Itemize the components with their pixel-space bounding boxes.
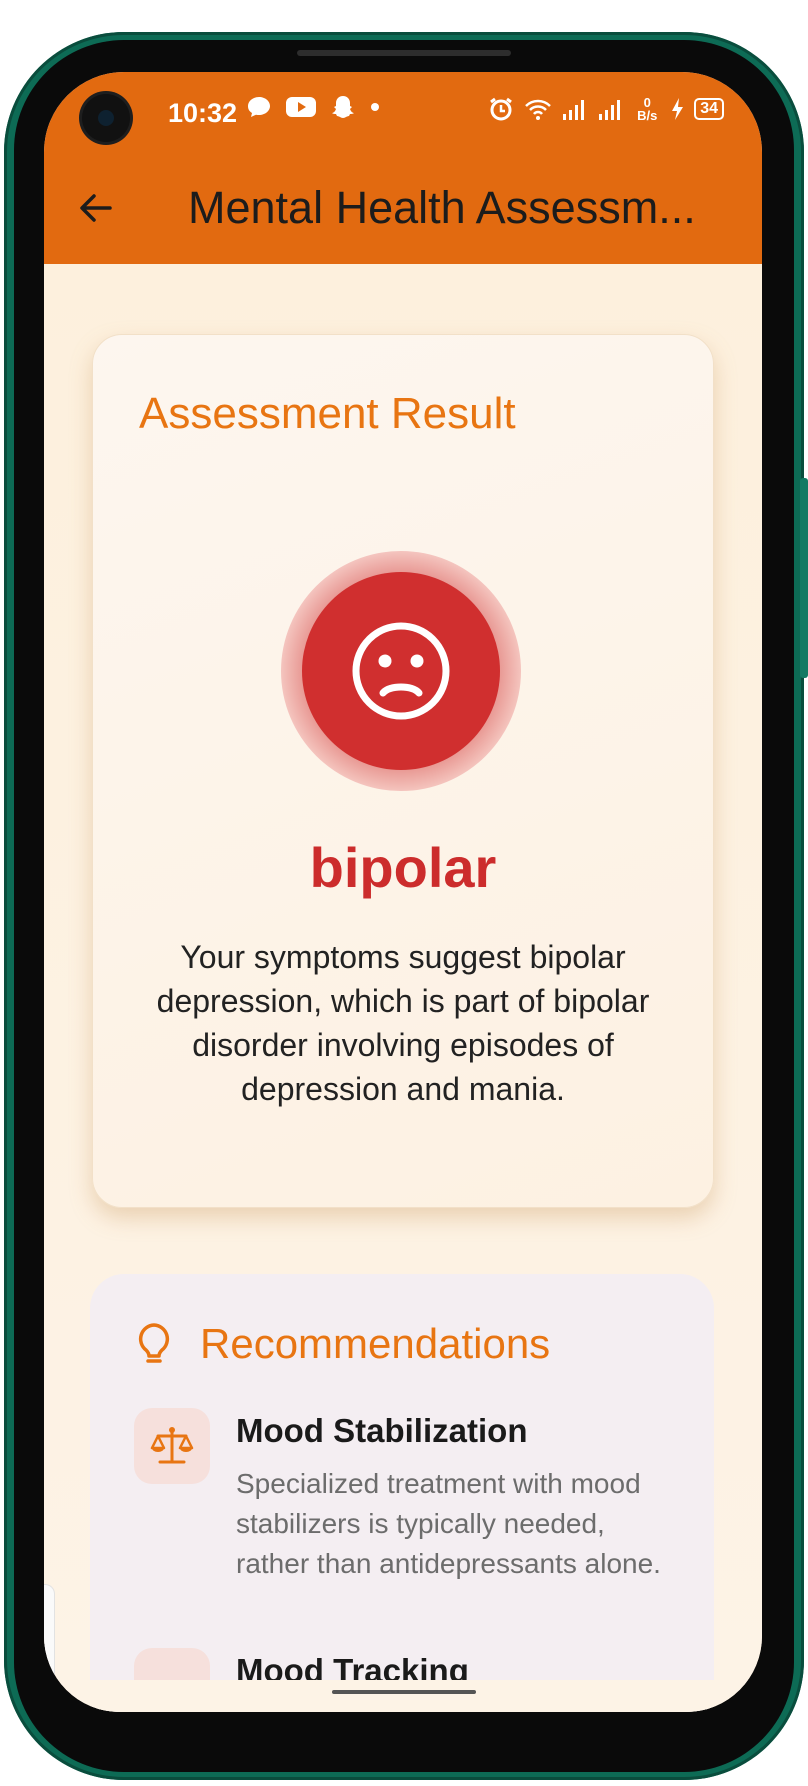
main-content[interactable]: Assessment Result bipolar Your symptoms … (44, 264, 762, 1712)
battery-icon: 34 (694, 98, 724, 120)
data-rate-icon: 0 B/s (637, 95, 658, 123)
lightbulb-icon (138, 1323, 170, 1363)
sad-face-icon (352, 622, 450, 720)
recommendation-icon-box (134, 1408, 210, 1484)
back-button[interactable] (68, 180, 124, 236)
result-heading: Assessment Result (139, 389, 516, 438)
home-indicator[interactable] (332, 1690, 476, 1694)
wifi-icon (525, 99, 552, 120)
page-title: Mental Health Assessm... (188, 182, 696, 233)
youtube-icon (286, 97, 316, 117)
recommendation-title: Mood Stabilization (236, 1412, 528, 1449)
system-icons: 0 B/s 34 (488, 96, 724, 122)
screen: 10:32 0 B/s 34 Mental Health Assessm... … (44, 72, 762, 1712)
charging-icon (672, 98, 684, 120)
diagnosis-description: Your symptoms suggest bipolar depression… (156, 939, 650, 1107)
scale-icon (150, 1427, 194, 1464)
signal-icon (563, 100, 585, 120)
dot-icon (371, 103, 379, 111)
status-bar: 10:32 0 B/s 34 (44, 72, 762, 152)
phone-speaker (297, 50, 511, 56)
diagnosis-label: bipolar (309, 836, 497, 899)
recommendation-text: Specialized treatment with mood stabiliz… (236, 1468, 661, 1579)
app-bar: Mental Health Assessm... (44, 152, 762, 264)
alarm-icon (490, 97, 513, 121)
recommendations-card: Recommendations Mood Stabilization Speci… (90, 1274, 714, 1712)
phone-side-button (800, 478, 808, 678)
gesture-nav-bar (44, 1680, 762, 1712)
front-camera (82, 94, 130, 142)
arrow-left-icon (80, 194, 112, 222)
chat-bubble-icon (248, 97, 270, 117)
recommendations-heading: Recommendations (200, 1320, 551, 1367)
snapchat-icon (332, 96, 354, 118)
assessment-result-card: Assessment Result bipolar Your symptoms … (92, 334, 714, 1208)
notification-icons (246, 94, 380, 120)
signal-icon-2 (599, 100, 621, 120)
result-icon-badge (302, 572, 500, 770)
status-time: 10:32 (168, 98, 238, 128)
